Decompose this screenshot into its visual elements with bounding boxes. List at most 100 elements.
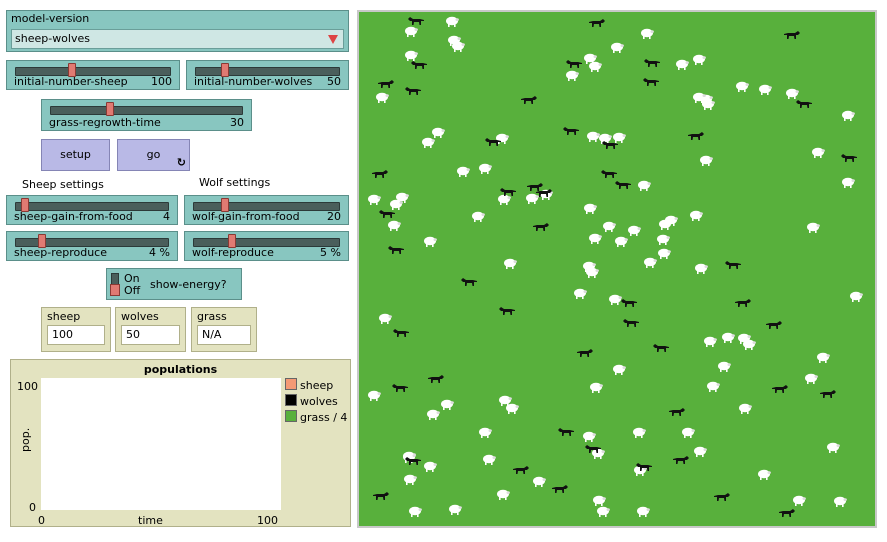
sheep-agent-icon — [440, 399, 454, 410]
sheep-agent-icon — [694, 263, 708, 274]
grass-regrowth-time-slider[interactable]: grass-regrowth-time 30 — [41, 99, 252, 131]
legend-swatch — [285, 378, 297, 390]
wolf-agent-icon — [378, 209, 396, 219]
wolf-gain-from-food-slider[interactable]: wolf-gain-from-food 20 — [184, 195, 349, 225]
sheep-agent-icon — [498, 395, 513, 407]
sheep-agent-icon — [431, 127, 445, 138]
wolf-agent-icon — [635, 462, 653, 472]
wolf-agent-icon — [392, 328, 410, 338]
wolf-agent-icon — [535, 188, 553, 198]
sheep-agent-icon — [816, 352, 831, 363]
slider-name: wolf-gain-from-food — [192, 210, 300, 223]
sheep-agent-icon — [692, 54, 706, 65]
model-version-select[interactable]: sheep-wolves — [11, 29, 344, 49]
wolf-agent-icon — [783, 30, 801, 40]
sheep-agent-icon — [706, 381, 720, 392]
sheep-agent-icon — [582, 261, 597, 273]
sheep-agent-icon — [636, 506, 650, 518]
setup-button[interactable]: setup — [41, 139, 110, 171]
sheep-agent-icon — [717, 361, 731, 373]
wolf-agent-icon — [771, 384, 789, 394]
wolf-agent-icon — [622, 318, 640, 328]
sheep-agent-icon — [757, 469, 771, 480]
slider-name: initial-number-wolves — [194, 75, 313, 88]
sheep-agent-icon — [612, 364, 626, 375]
sheep-reproduce-slider[interactable]: sheep-reproduce 4 % — [6, 231, 178, 261]
slider-value: 5 % — [320, 246, 341, 259]
sheep-agent-icon — [423, 236, 438, 247]
wolf-agent-icon — [484, 137, 502, 147]
go-button[interactable]: go ↻ — [117, 139, 190, 171]
sheep-agent-icon — [657, 248, 671, 260]
sheep-agent-icon — [833, 496, 847, 508]
sheep-agent-icon — [643, 257, 658, 269]
sheep-agent-icon — [387, 220, 401, 232]
sheep-agent-icon — [804, 373, 819, 385]
wolf-agent-icon — [562, 126, 580, 136]
show-energy-switch[interactable]: On Off show-energy? — [106, 268, 242, 300]
sheep-agent-icon — [503, 258, 517, 269]
slider-track[interactable] — [50, 106, 243, 115]
sheep-agent-icon — [589, 382, 603, 393]
plot-xlabel: time — [138, 514, 163, 527]
switch-label: show-energy? — [150, 278, 227, 291]
wolf-agent-icon — [584, 444, 602, 454]
slider-value: 4 — [163, 210, 170, 223]
sheep-agent-icon — [841, 110, 855, 121]
chooser-value: sheep-wolves — [15, 32, 90, 45]
wolf-agent-icon — [600, 169, 618, 179]
wolf-agent-icon — [557, 427, 575, 437]
initial-number-wolves-slider[interactable]: initial-number-wolves 50 — [186, 60, 349, 90]
sheep-agent-icon — [445, 16, 460, 28]
world-view[interactable] — [357, 10, 877, 528]
sheep-agent-icon — [583, 53, 598, 65]
sheep-agent-icon — [532, 476, 546, 488]
sheep-agent-icon — [596, 506, 611, 518]
wolf-agent-icon — [532, 222, 550, 232]
wolf-agent-icon — [565, 59, 583, 69]
model-version-chooser[interactable]: model-version sheep-wolves — [6, 10, 349, 52]
sheep-agent-icon — [703, 336, 718, 348]
plot-legend: sheep wolves grass / 4 — [285, 378, 347, 426]
sheep-agent-icon — [610, 42, 624, 53]
monitor-label: wolves — [121, 310, 159, 323]
legend-swatch — [285, 394, 297, 406]
wolf-agent-icon — [391, 383, 409, 393]
wolf-agent-icon — [387, 245, 405, 255]
wolves-monitor: wolves 50 — [115, 307, 186, 352]
wolf-agent-icon — [407, 16, 425, 26]
sheep-agent-icon — [404, 26, 418, 38]
sheep-agent-icon — [792, 495, 807, 507]
plot-area — [41, 378, 281, 510]
switch-knob[interactable] — [110, 284, 120, 296]
sheep-agent-icon — [496, 489, 511, 501]
sheep-agent-icon — [367, 194, 381, 206]
wolf-agent-icon — [620, 298, 638, 308]
slider-value: 100 — [151, 75, 172, 88]
slider-name: wolf-reproduce — [192, 246, 274, 259]
wolf-agent-icon — [765, 320, 783, 330]
wolf-agent-icon — [778, 508, 796, 518]
monitor-value: 100 — [47, 325, 105, 345]
sheep-agent-icon — [588, 233, 603, 245]
sheep-agent-icon — [811, 147, 826, 158]
dropdown-arrow-icon[interactable] — [328, 35, 338, 44]
wolf-reproduce-slider[interactable]: wolf-reproduce 5 % — [184, 231, 349, 261]
slider-knob[interactable] — [105, 102, 114, 116]
sheep-agent-icon — [758, 84, 773, 95]
initial-number-sheep-slider[interactable]: initial-number-sheep 100 — [6, 60, 180, 90]
wolf-agent-icon — [520, 95, 538, 105]
plot-title: populations — [143, 363, 218, 376]
sheep-agent-icon — [367, 390, 382, 402]
sheep-agent-icon — [565, 70, 579, 81]
sheep-agent-icon — [640, 28, 655, 39]
sheep-gain-from-food-slider[interactable]: sheep-gain-from-food 4 — [6, 195, 178, 225]
wolf-agent-icon — [498, 306, 516, 316]
legend-item-grass: grass / 4 — [285, 410, 347, 426]
slider-name: grass-regrowth-time — [49, 116, 161, 129]
wolf-agent-icon — [372, 491, 390, 501]
sheep-agent-icon — [602, 221, 616, 233]
wolf-agent-icon — [734, 298, 752, 308]
sheep-agent-icon — [478, 163, 493, 174]
slider-name: sheep-gain-from-food — [14, 210, 133, 223]
